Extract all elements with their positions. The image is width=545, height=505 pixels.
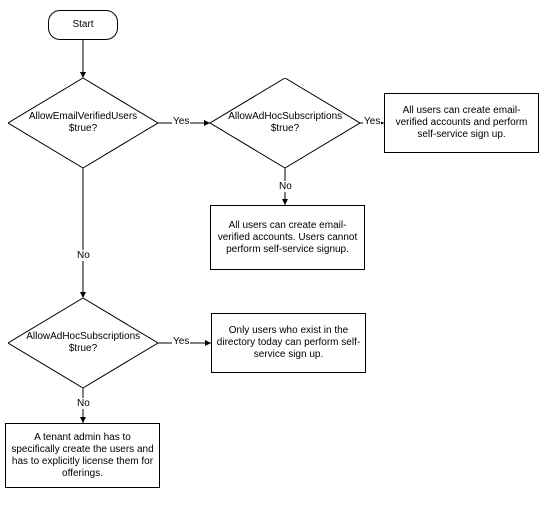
edge-d2-yes: Yes xyxy=(363,116,381,127)
decision-allow-adhoc-top: AllowAdHocSubscriptions $true? xyxy=(210,78,360,168)
outcome-all-users-signup: All users can create email-verified acco… xyxy=(384,93,539,153)
decision-3-label: AllowAdHocSubscriptions $true? xyxy=(26,331,140,355)
decision-2-label: AllowAdHocSubscriptions $true? xyxy=(228,111,342,135)
outcome-existing-users-only: Only users who exist in the directory to… xyxy=(211,313,366,373)
edge-d3-no: No xyxy=(76,398,91,409)
outcome-1-label: All users can create email-verified acco… xyxy=(389,105,534,141)
edge-d1-no: No xyxy=(76,250,91,261)
outcome-3-label: Only users who exist in the directory to… xyxy=(216,325,361,361)
outcome-4-label: A tenant admin has to specifically creat… xyxy=(10,432,155,480)
edge-d1-yes: Yes xyxy=(172,116,190,127)
edge-d3-yes: Yes xyxy=(172,336,190,347)
decision-allow-email-verified: AllowEmailVerifiedUsers $true? xyxy=(8,78,158,168)
outcome-tenant-admin: A tenant admin has to specifically creat… xyxy=(5,423,160,488)
start-node: Start xyxy=(48,10,118,40)
decision-allow-adhoc-bottom: AllowAdHocSubscriptions $true? xyxy=(8,298,158,388)
edge-d2-no: No xyxy=(278,181,293,192)
outcome-no-self-service: All users can create email-verified acco… xyxy=(210,205,365,270)
start-label: Start xyxy=(72,19,93,31)
decision-1-label: AllowEmailVerifiedUsers $true? xyxy=(26,111,140,135)
outcome-2-label: All users can create email-verified acco… xyxy=(215,220,360,256)
